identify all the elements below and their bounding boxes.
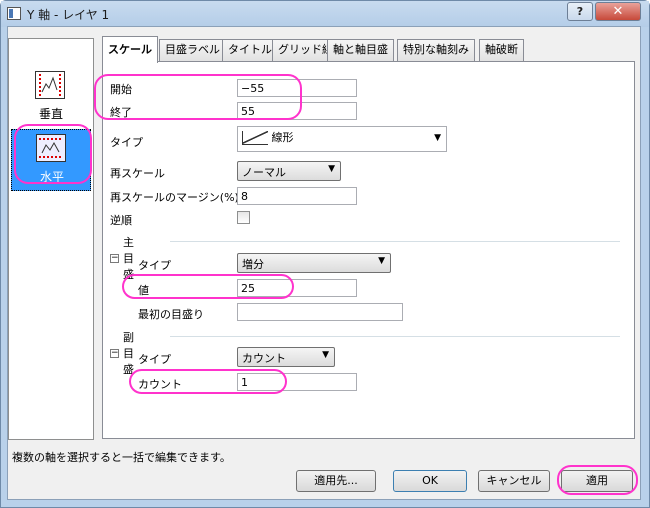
horizontal-axis-icon	[36, 134, 66, 162]
chevron-down-icon: ▼	[322, 350, 329, 360]
start-label: 開始	[110, 83, 132, 96]
scale-type-value: 線形	[271, 131, 294, 144]
rescale-dropdown[interactable]: ノーマル ▼	[237, 161, 341, 181]
major-value-input[interactable]	[237, 279, 357, 297]
minor-ticks-title: 副目盛	[123, 331, 134, 376]
minor-type-dropdown[interactable]: カウント ▼	[237, 347, 335, 367]
tab-scale[interactable]: スケール	[102, 36, 158, 63]
minor-ticks-header[interactable]: − 副目盛	[110, 329, 134, 377]
apply-button[interactable]: 適用	[561, 470, 633, 492]
tab-title[interactable]: タイトル	[222, 39, 278, 61]
chevron-down-icon: ▼	[328, 164, 335, 174]
margin-input[interactable]	[237, 187, 357, 205]
axis-item-horizontal[interactable]: 水平	[11, 129, 91, 191]
first-tick-input[interactable]	[237, 303, 403, 321]
window-icon	[7, 7, 21, 20]
end-input[interactable]	[237, 102, 357, 120]
chevron-down-icon: ▼	[378, 256, 385, 266]
tab-special-ticks[interactable]: 特別な軸刻み	[397, 39, 475, 61]
reverse-label: 逆順	[110, 214, 132, 227]
axis-item-vertical[interactable]: 垂直	[11, 67, 91, 129]
cancel-button[interactable]: キャンセル	[478, 470, 550, 492]
chevron-down-icon: ▼	[434, 133, 441, 143]
collapse-icon[interactable]: −	[110, 348, 119, 358]
ok-button[interactable]: OK	[393, 470, 467, 492]
major-type-dropdown[interactable]: 増分 ▼	[237, 253, 391, 273]
start-input[interactable]	[237, 79, 357, 97]
minor-count-label: カウント	[138, 378, 182, 391]
axis-item-label: 水平	[39, 170, 64, 184]
axis-item-label: 垂直	[38, 107, 63, 121]
minor-type-value: カウント	[242, 352, 286, 365]
first-tick-label: 最初の目盛り	[138, 308, 204, 321]
rescale-label: 再スケール	[110, 167, 165, 180]
window-title: Y 軸 - レイヤ 1	[27, 8, 110, 22]
minor-type-label: タイプ	[138, 353, 171, 366]
tab-axis-break[interactable]: 軸破断	[479, 39, 524, 61]
tab-axis-and-ticks[interactable]: 軸と軸目盛	[327, 39, 394, 61]
help-button[interactable]: ?	[567, 2, 593, 21]
section-divider	[170, 241, 620, 242]
axis-selector-panel: 垂直 水平	[8, 38, 94, 440]
scale-type-dropdown[interactable]: 線形 ▼	[237, 126, 447, 152]
major-ticks-title: 主目盛	[123, 236, 134, 281]
status-hint: 複数の軸を選択すると一括で編集できます。	[12, 451, 231, 464]
close-button[interactable]: ✕	[595, 2, 641, 21]
vertical-axis-icon	[35, 71, 65, 99]
tab-tick-labels[interactable]: 目盛ラベル	[159, 39, 226, 61]
reverse-checkbox[interactable]	[237, 211, 250, 224]
minor-count-input[interactable]	[237, 373, 357, 391]
rescale-value: ノーマル	[242, 166, 286, 179]
section-divider	[170, 336, 620, 337]
apply-to-button[interactable]: 適用先...	[296, 470, 376, 492]
major-ticks-header[interactable]: − 主目盛	[110, 234, 134, 282]
major-value-label: 値	[138, 284, 149, 297]
major-type-label: タイプ	[138, 259, 171, 272]
major-type-value: 増分	[242, 258, 264, 271]
collapse-icon[interactable]: −	[110, 253, 119, 263]
title-bar[interactable]: Y 軸 - レイヤ 1 ? ✕	[1, 1, 649, 27]
margin-label: 再スケールのマージン(%)	[110, 191, 239, 204]
end-label: 終了	[110, 106, 132, 119]
type-label: タイプ	[110, 136, 143, 149]
linear-scale-icon	[242, 131, 268, 145]
